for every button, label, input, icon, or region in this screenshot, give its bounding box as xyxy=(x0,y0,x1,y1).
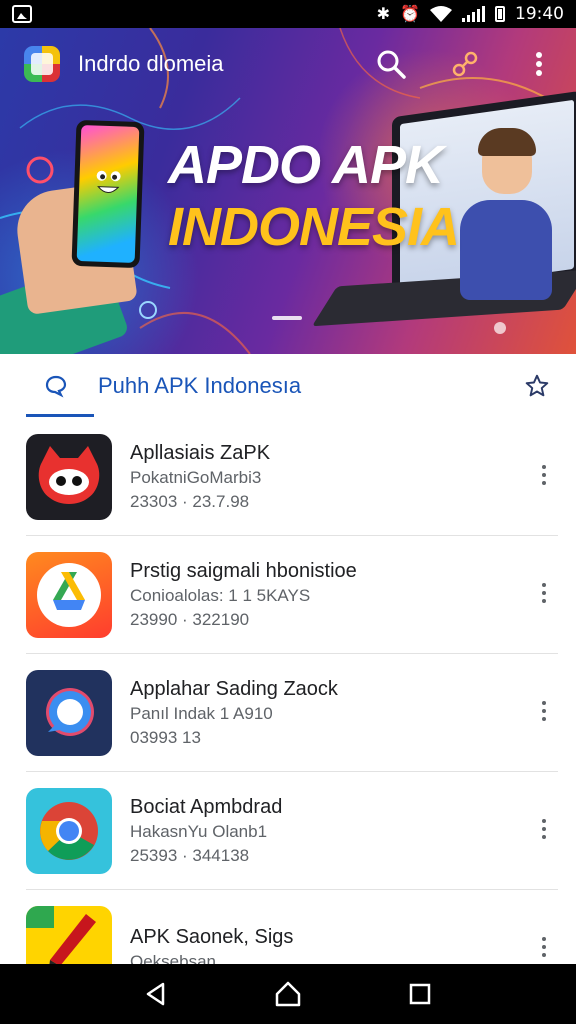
app-meta: 23303 · 23.7.98 xyxy=(130,492,250,511)
battery-icon xyxy=(495,6,505,22)
app-developer: PokatniGoMarbi3 xyxy=(130,468,262,487)
chat-icon xyxy=(45,375,67,398)
list-item[interactable]: Applahar Sading Zaock Panıl Indak 1 A910… xyxy=(0,654,576,772)
red-mascot-icon xyxy=(26,434,112,520)
app-meta: 03993 13 xyxy=(130,728,201,747)
app-developer: HakasnYu Olanb1 xyxy=(130,822,268,841)
app-title: Indrdo dlomeia xyxy=(78,51,224,76)
headline-line-1: APDO APK xyxy=(168,135,444,195)
app-name: Bociat Apmbdrad xyxy=(130,796,283,818)
phone-illustration xyxy=(71,119,145,269)
share-button[interactable] xyxy=(448,47,482,81)
home-icon xyxy=(275,981,301,1007)
clock: 19:40 xyxy=(515,4,564,24)
more-options-button[interactable] xyxy=(536,696,552,726)
home-button[interactable] xyxy=(268,974,308,1014)
more-options-button[interactable] xyxy=(536,814,552,844)
more-options-button[interactable] xyxy=(536,578,552,608)
recents-icon xyxy=(409,983,431,1005)
app-list: Apllasiais ZaPK PokatniGoMarbi3 23303 · … xyxy=(0,418,576,1008)
back-icon xyxy=(146,982,165,1006)
back-button[interactable] xyxy=(136,974,176,1014)
app-meta: 23990 · 322190 xyxy=(130,610,250,629)
hero-headline: APDO APK INDONESIA xyxy=(168,135,460,257)
search-icon xyxy=(377,50,406,79)
list-item[interactable]: Prstig saigmali hbonistioe Conioalolas: … xyxy=(0,536,576,654)
link-icon xyxy=(452,51,478,77)
more-vert-icon xyxy=(536,52,542,76)
overflow-menu-button[interactable] xyxy=(522,47,556,81)
person-hair xyxy=(478,128,536,156)
gallery-icon xyxy=(12,5,32,23)
app-name: Apllasiais ZaPK xyxy=(130,442,271,464)
tab-underline xyxy=(26,414,94,417)
app-developer: Conioalolas: 1 1 5KAYS xyxy=(130,586,311,605)
more-options-button[interactable] xyxy=(536,460,552,490)
person-illustration xyxy=(460,200,552,300)
list-item[interactable]: Apllasiais ZaPK PokatniGoMarbi3 23303 · … xyxy=(0,418,576,536)
favorite-button[interactable] xyxy=(522,371,552,401)
app-name: APK Saonek, Sigs xyxy=(130,926,294,948)
carousel-indicator[interactable] xyxy=(272,316,302,320)
more-options-button[interactable] xyxy=(536,932,552,962)
wifi-icon xyxy=(430,6,452,22)
app-meta: 25393 · 344138 xyxy=(130,846,250,865)
search-button[interactable] xyxy=(374,47,408,81)
app-developer: Panıl Indak 1 A910 xyxy=(130,704,273,723)
star-icon xyxy=(525,374,549,397)
hero-banner[interactable]: APDO APK INDONESIA Indrdo dlomeia xyxy=(0,28,576,354)
app-logo-icon[interactable] xyxy=(24,46,60,82)
section-header: Puhh APK Indonesıa xyxy=(0,354,576,418)
chat-bubble-icon xyxy=(26,670,112,756)
navigation-bar xyxy=(0,964,576,1024)
app-name: Prstig saigmali hbonistioe xyxy=(130,560,357,582)
recents-button[interactable] xyxy=(400,974,440,1014)
signal-icon xyxy=(462,6,485,22)
section-title[interactable]: Puhh APK Indonesıa xyxy=(98,373,301,399)
drive-icon xyxy=(26,552,112,638)
app-bar: Indrdo dlomeia xyxy=(0,28,576,100)
app-name: Applahar Sading Zaock xyxy=(130,678,338,700)
alarm-icon: ⏰ xyxy=(400,4,420,23)
headline-line-2: INDONESIA xyxy=(168,197,460,257)
smiley-face-icon xyxy=(96,170,121,193)
bluetooth-icon: ✱ xyxy=(376,4,391,23)
status-bar: ✱ ⏰ 19:40 xyxy=(0,0,576,28)
chrome-icon xyxy=(26,788,112,874)
list-item[interactable]: Bociat Apmbdrad HakasnYu Olanb1 25393 · … xyxy=(0,772,576,890)
